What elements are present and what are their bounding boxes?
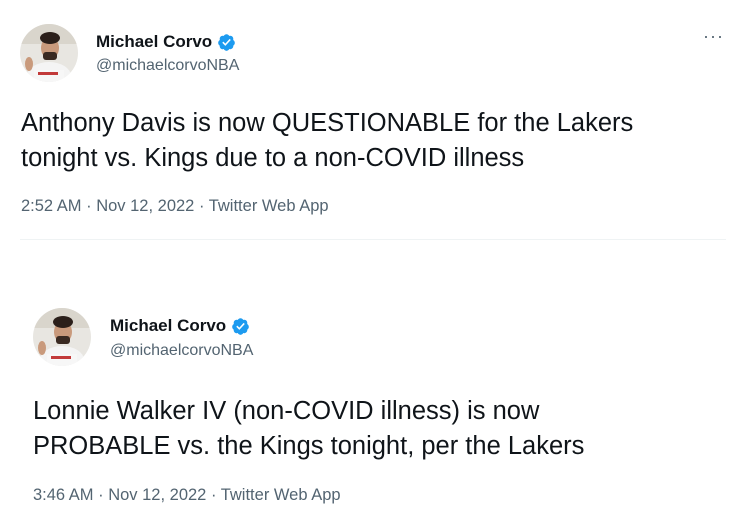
avatar[interactable] bbox=[20, 24, 78, 82]
author-row: Michael Corvo bbox=[110, 316, 250, 336]
avatar-image bbox=[20, 24, 78, 82]
verified-badge-icon bbox=[231, 317, 250, 336]
author-name[interactable]: Michael Corvo bbox=[96, 32, 212, 52]
more-options-icon[interactable]: ··· bbox=[703, 27, 724, 45]
tweet-text-line: Anthony Davis is now QUESTIONABLE for th… bbox=[21, 109, 634, 137]
tweet-card: Michael Corvo @michaelcorvoNBA ··· Antho… bbox=[0, 0, 733, 240]
avatar[interactable] bbox=[33, 308, 91, 366]
author-handle[interactable]: @michaelcorvoNBA bbox=[96, 57, 239, 75]
tweet-text-line: tonight vs. Kings due to a non-COVID ill… bbox=[21, 144, 525, 172]
tweet-text: Lonnie Walker IV (non-COVID illness) is … bbox=[33, 394, 584, 464]
tweet-timestamp[interactable]: 3:46 AM · Nov 12, 2022 · Twitter Web App bbox=[33, 486, 341, 505]
verified-badge-icon bbox=[217, 33, 236, 52]
tweet-text-line: Lonnie Walker IV (non-COVID illness) is … bbox=[33, 397, 540, 425]
avatar-image bbox=[33, 308, 91, 366]
tweet-card: Michael Corvo @michaelcorvoNBA Lonnie Wa… bbox=[0, 283, 733, 516]
divider bbox=[20, 239, 726, 240]
tweet-text-line: PROBABLE vs. the Kings tonight, per the … bbox=[33, 432, 585, 460]
tweet-text: Anthony Davis is now QUESTIONABLE for th… bbox=[21, 106, 633, 176]
author-row: Michael Corvo bbox=[96, 32, 236, 52]
tweet-timestamp[interactable]: 2:52 AM · Nov 12, 2022 · Twitter Web App bbox=[21, 197, 329, 216]
author-name[interactable]: Michael Corvo bbox=[110, 316, 226, 336]
author-handle[interactable]: @michaelcorvoNBA bbox=[110, 342, 253, 360]
